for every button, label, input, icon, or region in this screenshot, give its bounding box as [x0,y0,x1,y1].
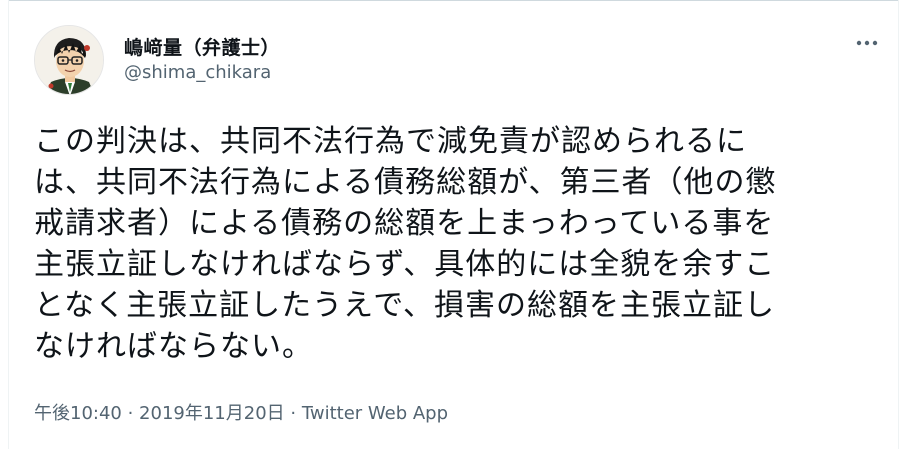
more-options-button[interactable] [850,28,884,58]
card-left-border [8,0,9,449]
author-handle[interactable]: @shima_chikara [124,62,271,83]
meta-separator: · [121,403,140,424]
meta-separator-2: · [284,403,302,424]
tweet-source-link[interactable]: Twitter Web App [302,403,448,424]
tweet-metadata: 午後10:40 · 2019年11月20日 · Twitter Web App [34,399,448,425]
tweet-date-link[interactable]: 2019年11月20日 [139,403,285,424]
card-right-border [898,0,899,449]
tweet-time-link[interactable]: 午後10:40 [34,403,122,424]
card-top-border [8,0,899,1]
user-avatar-illustration[interactable] [34,25,104,95]
tweet-card: 嶋﨑量（弁護士） @shima_chikara この判決は、共同不法行為で減免責… [0,0,907,449]
more-horizontal-icon [856,40,878,46]
tweet-text: この判決は、共同不法行為で減免責が認められるに は、共同不法行為による債務総額が… [34,124,777,364]
avatar-drawing [35,26,103,94]
author-display-name[interactable]: 嶋﨑量（弁護士） [124,33,280,60]
